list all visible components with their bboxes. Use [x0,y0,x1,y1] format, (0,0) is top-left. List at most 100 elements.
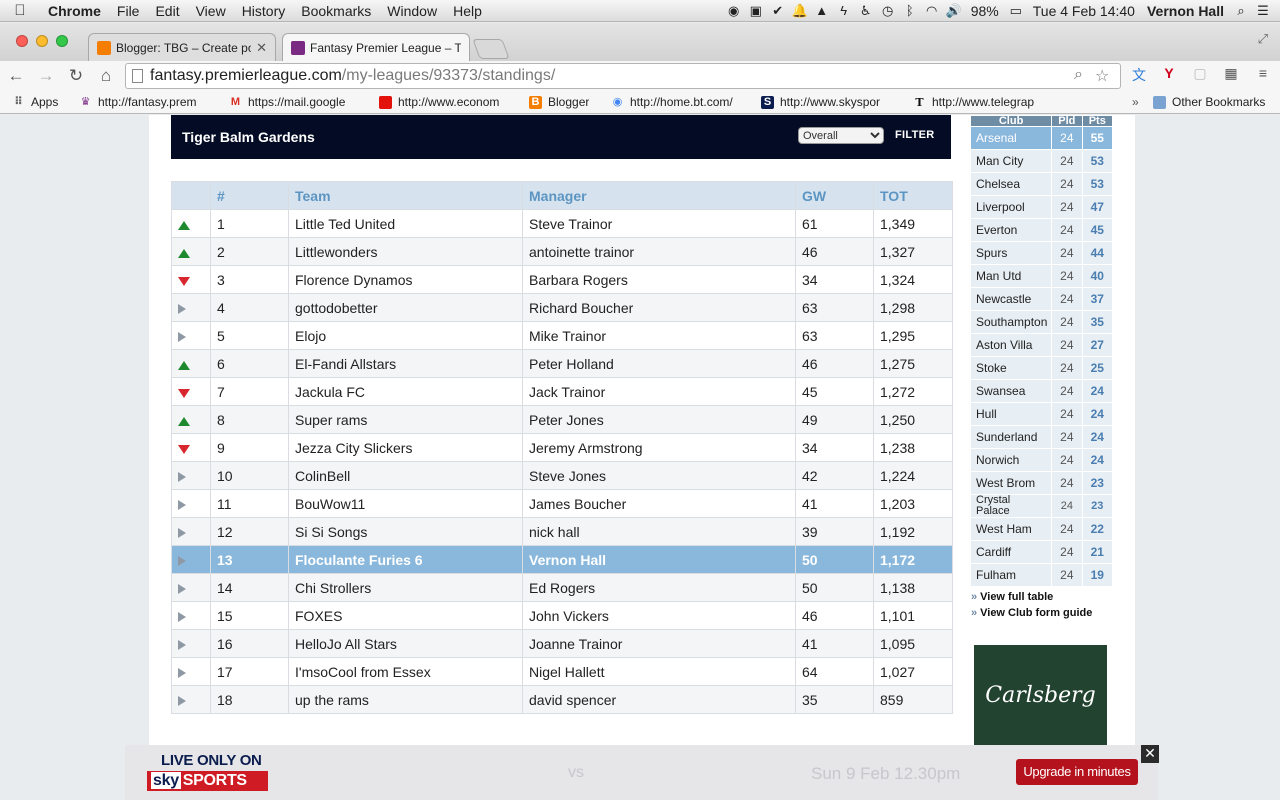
minimize-window-icon[interactable] [36,35,48,47]
menu-view[interactable]: View [188,3,234,19]
address-bar[interactable]: fantasy.premierleague.com/my-leagues/933… [125,63,1121,89]
col-manager[interactable]: Manager [522,181,796,210]
dropbox-status-icon[interactable]: ◉ [723,3,745,19]
notification-center-icon[interactable]: ☰ [1252,3,1274,19]
fullscreen-icon[interactable]: ⤢ [1258,31,1268,47]
google-drive-icon[interactable]: ▲ [811,3,833,18]
table-row: 8 Super rams Peter Jones 49 1,250 [171,405,953,434]
checkmark-status-icon[interactable]: ✔ [767,3,789,19]
notification-bell-icon[interactable]: 🔔 [789,3,811,19]
col-total[interactable]: TOT [873,181,953,210]
chart-extension-icon[interactable]: ▦ [1220,65,1242,87]
bookmark-telegraph[interactable]: T http://www.telegrap [913,95,1047,109]
standings-filter-select[interactable]: Overall [798,127,884,144]
chevron-right-icon: » [971,607,978,619]
close-tab-icon[interactable]: ✕ [256,40,267,56]
menu-file[interactable]: File [109,3,148,19]
zoom-magnifier-icon[interactable]: ⌕ [1074,66,1083,84]
view-full-table-link[interactable]: » View full table [971,591,1113,603]
home-icon[interactable]: ⌂ [92,66,120,86]
bookmarks-overflow-icon[interactable]: » [1132,95,1139,109]
browser-toolbar: ← → ↻ ⌂ fantasy.premierleague.com/my-lea… [0,61,1280,91]
clock[interactable]: Tue 4 Feb 14:40 [1027,3,1141,19]
back-arrow-icon[interactable]: ← [2,66,30,86]
team-cell[interactable]: HelloJo All Stars [288,629,523,658]
close-ad-icon[interactable]: ✕ [1141,745,1159,763]
time-machine-icon[interactable]: ◷ [877,3,899,19]
menu-history[interactable]: History [234,3,294,19]
close-window-icon[interactable] [16,35,28,47]
col-rank[interactable]: # [210,181,289,210]
table-row: 6 El-Fandi Allstars Peter Holland 46 1,275 [171,349,953,378]
bolt-status-icon[interactable]: ϟ [833,3,855,18]
bookmark-fantasy[interactable]: ♛ http://fantasy.prem [79,95,211,109]
bookmark-star-icon[interactable]: ☆ [1095,66,1109,86]
pl-played-cell: 24 [1052,127,1082,149]
bluetooth-icon[interactable]: ᛒ [899,3,921,18]
bookmark-bt[interactable]: ◉ http://home.bt.com/ [611,95,751,109]
menu-help[interactable]: Help [445,3,490,19]
bookmark-blogger[interactable]: B Blogger [529,95,609,109]
team-cell[interactable]: Floculante Furies 6 [288,545,523,574]
sky-sports-banner[interactable]: LIVE ONLY ON sky SPORTS vs Sun 9 Feb 12.3… [125,745,1159,800]
team-cell[interactable]: I'msoCool from Essex [288,657,523,686]
menu-bookmarks[interactable]: Bookmarks [293,3,379,19]
menu-edit[interactable]: Edit [147,3,187,19]
team-cell[interactable]: Super rams [288,405,523,434]
user-name[interactable]: Vernon Hall [1141,3,1230,19]
team-cell[interactable]: up the rams [288,685,523,714]
gameweek-cell: 42 [795,461,874,490]
zoom-window-icon[interactable] [56,35,68,47]
movement-cell [171,685,211,714]
spotlight-search-icon[interactable]: ⌕ [1230,3,1252,19]
team-cell[interactable]: ColinBell [288,461,523,490]
view-club-form-guide-link[interactable]: » View Club form guide [971,607,1113,619]
team-cell[interactable]: Elojo [288,321,523,350]
pl-col-points: Pts [1082,116,1112,127]
menu-app-name[interactable]: Chrome [40,3,109,19]
chrome-menu-icon[interactable]: ≡ [1252,65,1274,87]
tab-blogger[interactable]: Blogger: TBG – Create post ✕ [88,33,276,61]
mask-status-icon[interactable]: ▣ [745,3,767,19]
window-controls [16,35,68,47]
team-cell[interactable]: Jezza City Slickers [288,433,523,462]
col-gameweek[interactable]: GW [795,181,874,210]
pl-club-cell: Fulham [971,564,1052,586]
upgrade-button[interactable]: Upgrade in minutes [1016,759,1138,785]
team-cell[interactable]: Chi Strollers [288,573,523,602]
team-cell[interactable]: El-Fandi Allstars [288,349,523,378]
team-cell[interactable]: FOXES [288,601,523,630]
tab-fantasy-premier-league[interactable]: Fantasy Premier League – T [282,33,470,61]
bookmark-economist[interactable]: http://www.econom [379,95,511,109]
team-cell[interactable]: Littlewonders [288,237,523,266]
filter-button[interactable]: FILTER [895,129,934,141]
team-cell[interactable]: Florence Dynamos [288,265,523,294]
bookmark-skysports[interactable]: S http://www.skyspor [761,95,897,109]
bookmark-other-folder[interactable]: Other Bookmarks [1153,95,1277,109]
team-cell[interactable]: Si Si Songs [288,517,523,546]
bookmark-apps[interactable]: ⠿ Apps [12,95,72,109]
volume-icon[interactable]: 🔊 [943,3,965,19]
battery-percent[interactable]: 98% [965,3,1005,19]
movement-cell [171,629,211,658]
team-cell[interactable]: gottodobetter [288,293,523,322]
movement-up-icon [178,416,190,426]
accessibility-icon[interactable]: ♿ [855,3,877,19]
menu-window[interactable]: Window [379,3,445,19]
carlsberg-ad[interactable]: Carlsberg [974,645,1107,745]
gameweek-cell: 49 [795,405,874,434]
col-team[interactable]: Team [288,181,523,210]
puzzle-extension-icon[interactable]: ▢ [1189,65,1211,87]
team-cell[interactable]: BouWow11 [288,489,523,518]
translate-extension-icon[interactable]: 文 [1128,65,1150,87]
forward-arrow-icon[interactable]: → [32,66,60,86]
team-cell[interactable]: Jackula FC [288,377,523,406]
wifi-icon[interactable]: ◠ [921,3,943,19]
apple-menu-icon[interactable]:  [0,2,40,19]
reload-icon[interactable]: ↻ [62,66,90,86]
new-tab-button[interactable] [472,39,510,59]
team-cell[interactable]: Little Ted United [288,209,523,238]
battery-icon[interactable]: ▭ [1005,3,1027,19]
yahoo-extension-icon[interactable]: Y [1158,65,1180,87]
bookmark-gmail[interactable]: M https://mail.google [229,95,361,109]
